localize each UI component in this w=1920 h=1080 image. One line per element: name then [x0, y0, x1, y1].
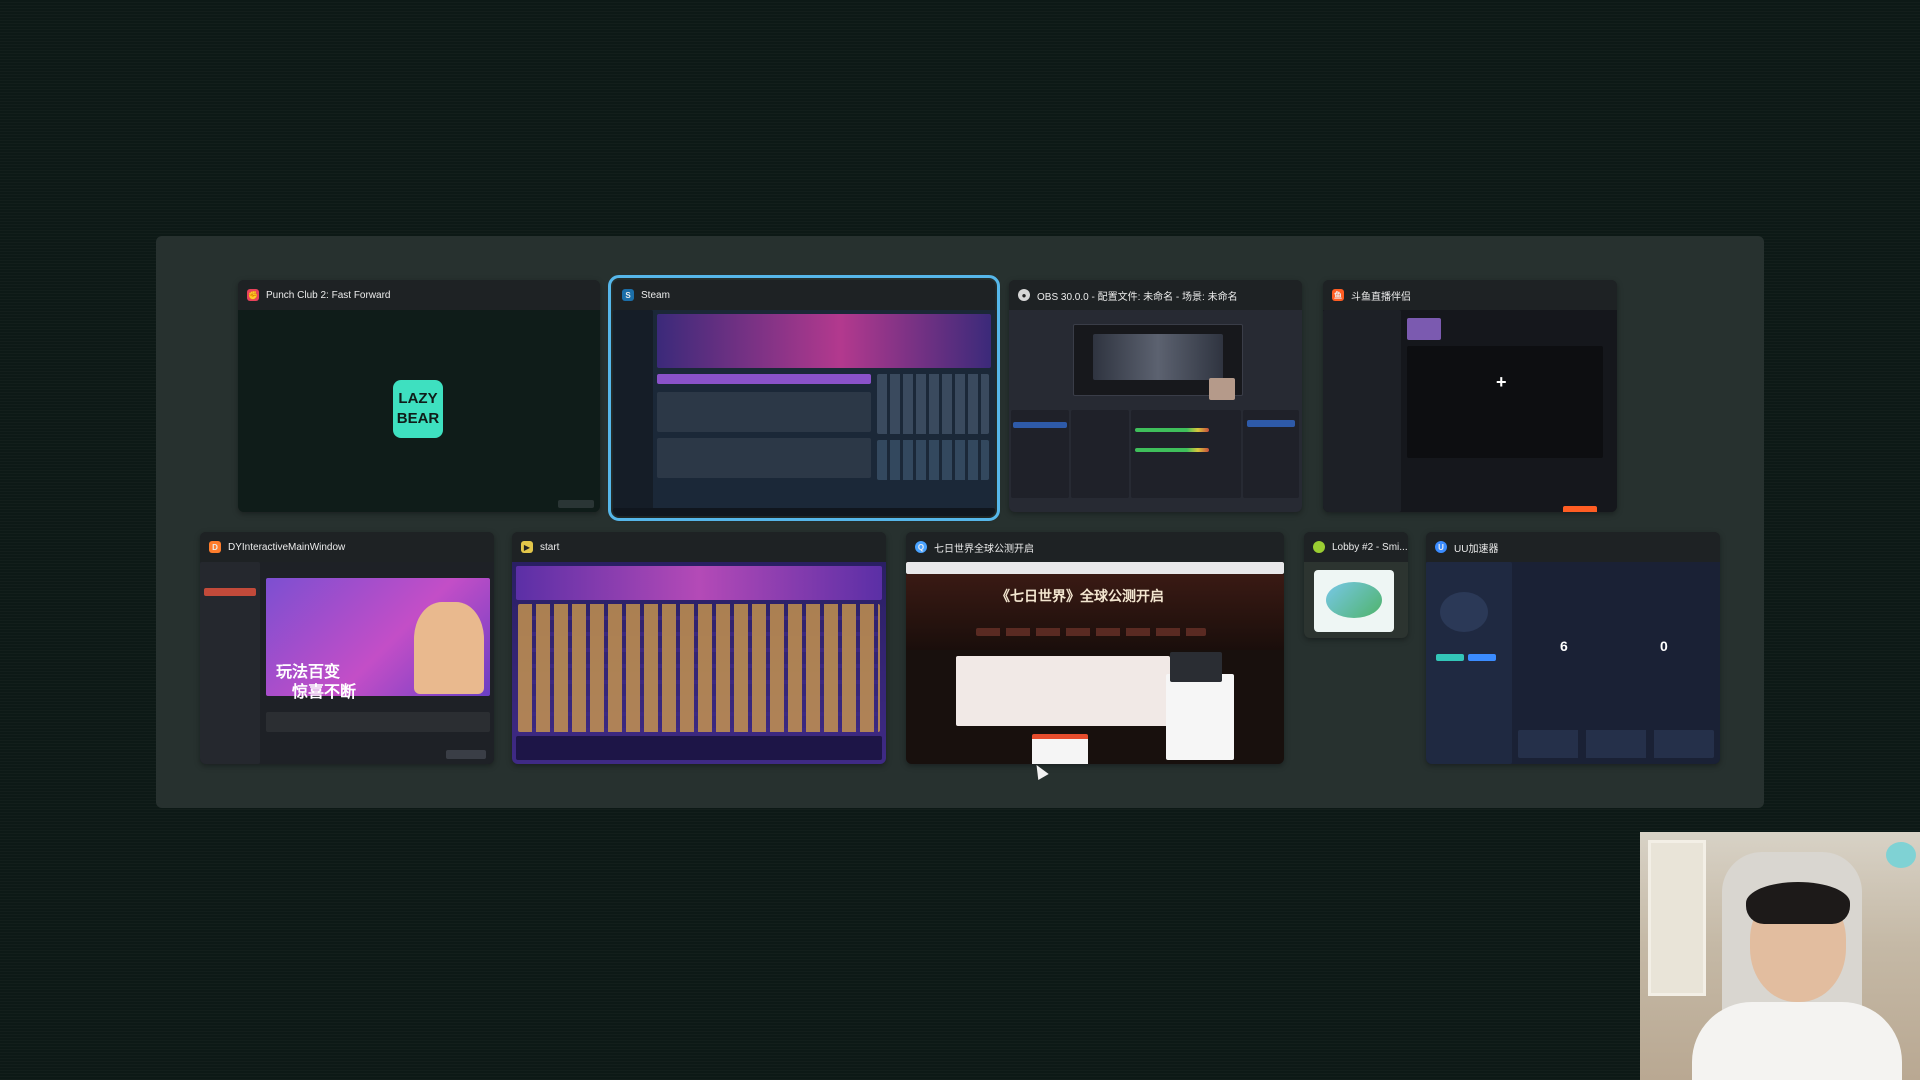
lobby-icon — [1313, 541, 1325, 553]
window-thumbnail-start[interactable]: ▶ start — [512, 532, 886, 764]
browser-icon: Q — [915, 541, 927, 553]
douyu-left-panel — [1323, 310, 1401, 512]
window-preview — [512, 562, 886, 764]
uu-secondary-button[interactable] — [1468, 654, 1496, 661]
obs-audio-meter — [1135, 448, 1209, 452]
window-title: Lobby #2 - Smi... — [1332, 541, 1408, 553]
window-title: Steam — [641, 289, 670, 301]
obs-sources-dock — [1071, 410, 1129, 498]
browser-content-card — [956, 656, 1170, 726]
window-titlebar: 鱼 斗鱼直播伴侣 — [1323, 280, 1617, 310]
start-header-strip — [516, 566, 882, 600]
dy-action-button[interactable] — [446, 750, 486, 759]
dy-sidebar-selected — [204, 588, 256, 596]
banner-line-2: 惊喜不断 — [292, 684, 357, 701]
obs-icon: ● — [1018, 289, 1030, 301]
obs-mixer-dock — [1131, 410, 1241, 498]
lobby-logo-mark — [1326, 582, 1382, 618]
window-title: Punch Club 2: Fast Forward — [266, 289, 391, 301]
window-titlebar: ▶ start — [512, 532, 886, 562]
start-icon: ▶ — [521, 541, 533, 553]
webcam-overlay — [1640, 832, 1920, 1080]
window-titlebar: U UU加速器 — [1426, 532, 1720, 562]
steam-icon: S — [622, 289, 634, 301]
douyu-interactive-icon: D — [209, 541, 221, 553]
lazy-bear-logo: LAZY BEAR — [393, 380, 443, 438]
browser-tab-strip — [906, 562, 1284, 574]
dy-character-art — [414, 602, 484, 694]
window-thumbnail-dyinteractive[interactable]: D DYInteractiveMainWindow 玩法百变 惊喜不断 — [200, 532, 494, 764]
uu-stat-right: 0 — [1660, 638, 1668, 654]
steam-overlay-badge — [558, 500, 594, 508]
window-titlebar: Lobby #2 - Smi... — [1304, 532, 1408, 562]
window-titlebar: Q 七日世界全球公测开启 — [906, 532, 1284, 562]
douyu-live-preview — [1407, 346, 1603, 458]
window-title: DYInteractiveMainWindow — [228, 541, 346, 553]
browser-side-panel — [1166, 674, 1234, 760]
window-preview: + — [1323, 310, 1617, 512]
steam-card — [657, 438, 871, 478]
steam-grid — [877, 374, 989, 434]
obs-start-streaming-button — [1247, 420, 1295, 427]
person-hair — [1746, 882, 1850, 924]
obs-preview-content — [1093, 334, 1223, 380]
window-thumbnail-lobby[interactable]: Lobby #2 - Smi... — [1304, 532, 1408, 638]
browser-popup — [1032, 734, 1088, 764]
window-preview — [1304, 562, 1408, 638]
obs-audio-meter — [1135, 428, 1209, 432]
window-thumbnail-obs[interactable]: ● OBS 30.0.0 - 配置文件: 未命名 - 场景: 未命名 — [1009, 280, 1302, 512]
obs-webcam-source — [1209, 378, 1235, 400]
start-reward-grid — [518, 604, 880, 732]
window-thumbnail-browser[interactable]: Q 七日世界全球公测开启 《七日世界》全球公测开启 — [906, 532, 1284, 764]
steam-hero-banner — [657, 314, 991, 368]
window-preview — [1009, 310, 1302, 512]
steam-game-tile — [1440, 592, 1488, 632]
window-titlebar: ✊ Punch Club 2: Fast Forward — [238, 280, 600, 310]
punch-club-icon: ✊ — [247, 289, 259, 301]
steam-card — [657, 392, 871, 432]
window-titlebar: D DYInteractiveMainWindow — [200, 532, 494, 562]
uu-accelerate-button[interactable] — [1436, 654, 1464, 661]
window-frame — [1648, 840, 1706, 996]
window-title: OBS 30.0.0 - 配置文件: 未命名 - 场景: 未命名 — [1037, 291, 1238, 303]
plush-toy — [1886, 842, 1916, 868]
add-source-icon[interactable]: + — [1496, 372, 1507, 393]
uu-tool-row — [1518, 730, 1714, 758]
steam-news-row — [657, 374, 871, 384]
douyu-icon: 鱼 — [1332, 289, 1344, 301]
browser-dark-content — [1170, 652, 1222, 682]
window-preview: LAZY BEAR — [238, 310, 600, 512]
window-preview: 玩法百变 惊喜不断 — [200, 562, 494, 764]
douyu-thumbnail — [1407, 318, 1441, 340]
window-title: 七日世界全球公测开启 — [934, 543, 1034, 555]
window-title: start — [540, 541, 560, 553]
window-thumbnail-punch-club[interactable]: ✊ Punch Club 2: Fast Forward LAZY BEAR — [238, 280, 600, 512]
window-preview: 《七日世界》全球公测开启 — [906, 562, 1284, 764]
task-switcher-panel: ✊ Punch Club 2: Fast Forward LAZY BEAR S… — [156, 236, 1764, 808]
uu-icon: U — [1435, 541, 1447, 553]
window-thumbnail-uu[interactable]: U UU加速器 6 0 — [1426, 532, 1720, 764]
douyu-start-live-button[interactable] — [1563, 506, 1597, 512]
window-titlebar: S Steam — [613, 280, 995, 310]
steam-sidebar — [613, 310, 653, 516]
dy-description — [266, 712, 490, 732]
window-titlebar: ● OBS 30.0.0 - 配置文件: 未命名 - 场景: 未命名 — [1009, 280, 1302, 310]
browser-nav-row — [976, 628, 1206, 636]
steam-footer — [613, 508, 995, 516]
window-thumbnail-douyu[interactable]: 鱼 斗鱼直播伴侣 + — [1323, 280, 1617, 512]
window-preview: 6 0 — [1426, 562, 1720, 764]
browser-headline: 《七日世界》全球公测开启 — [996, 588, 1164, 604]
window-title: 斗鱼直播伴侣 — [1351, 291, 1411, 303]
start-footer-rewards — [516, 736, 882, 760]
person-shirt — [1692, 1002, 1902, 1080]
uu-stat-left: 6 — [1560, 638, 1568, 654]
window-thumbnail-steam[interactable]: S Steam — [608, 275, 1000, 521]
window-title: UU加速器 — [1454, 543, 1499, 555]
window-preview — [613, 310, 995, 516]
obs-scene-selected — [1013, 422, 1067, 428]
steam-grid — [877, 440, 989, 480]
logo-text: LAZY BEAR — [396, 390, 440, 427]
